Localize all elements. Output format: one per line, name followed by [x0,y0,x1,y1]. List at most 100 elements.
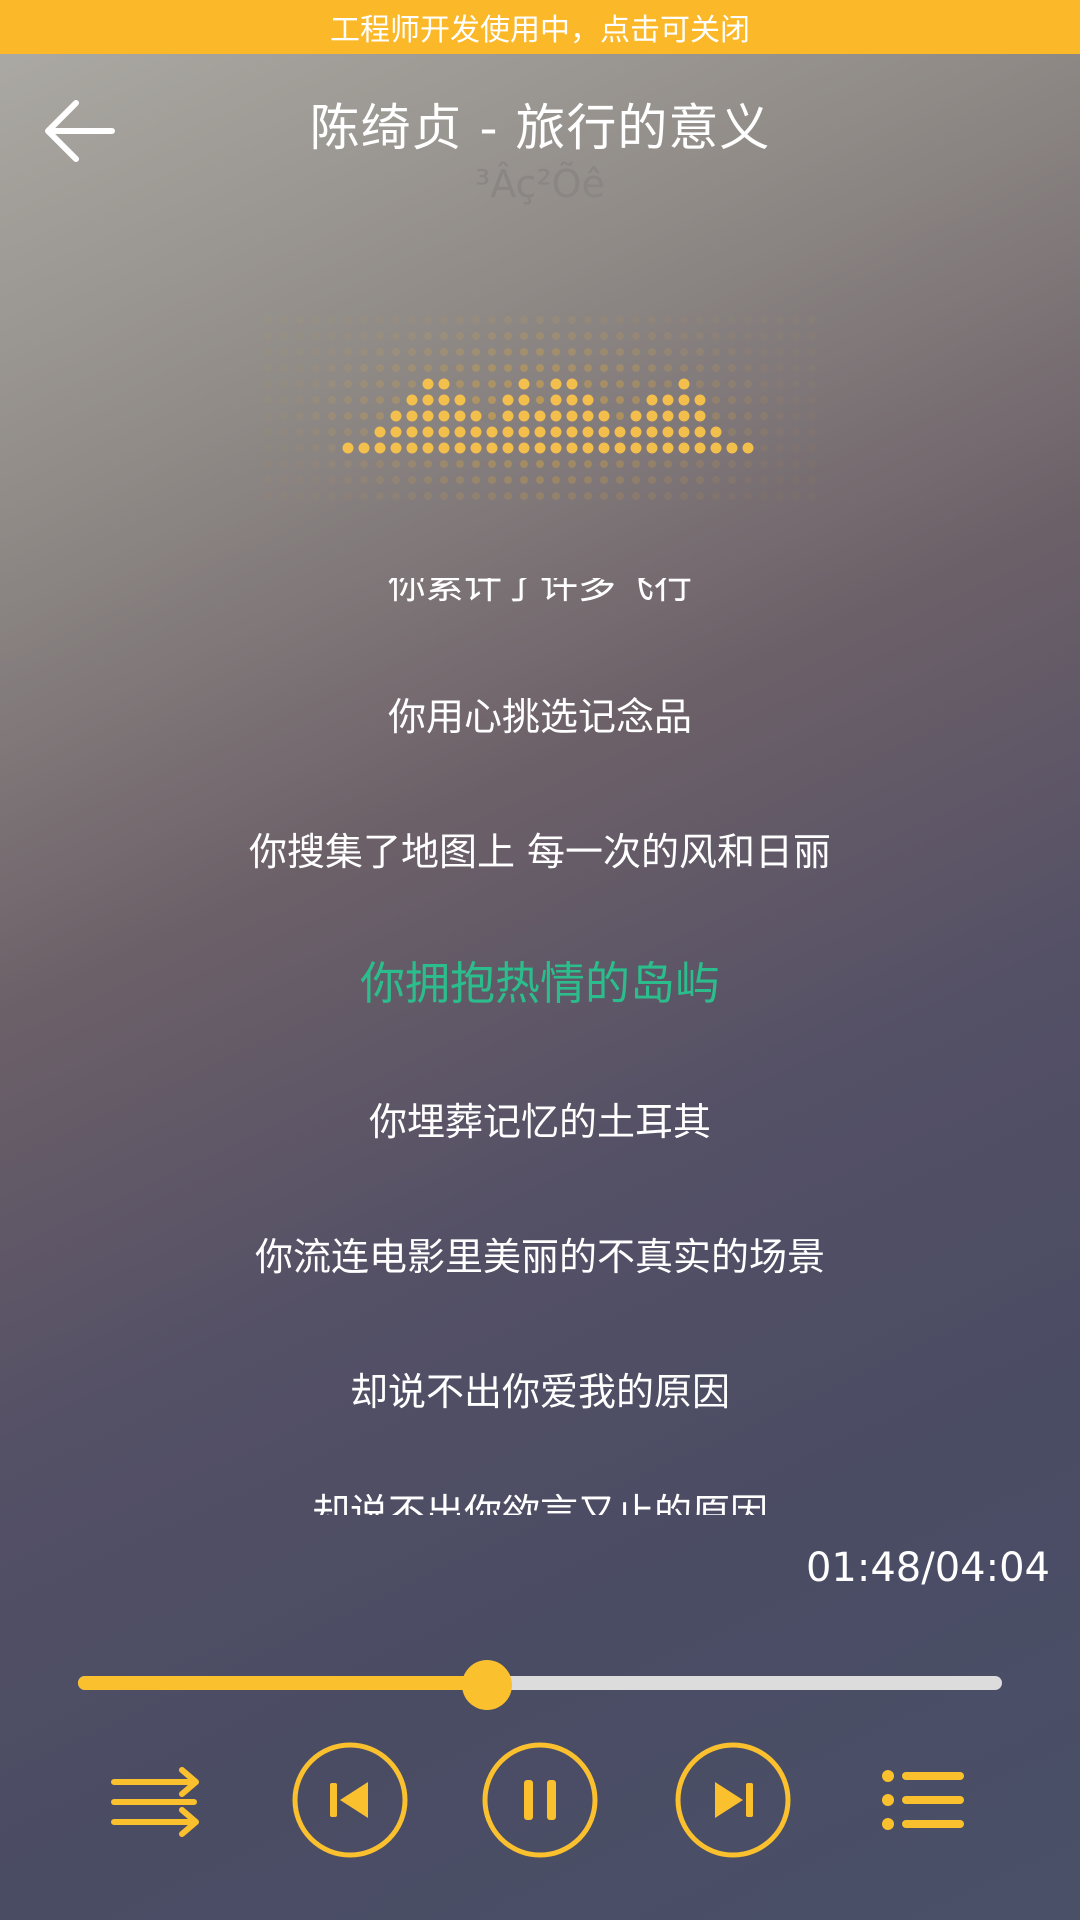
visualizer-dot [456,476,464,484]
visualizer-dot [744,348,752,356]
visualizer-dot [566,378,578,390]
visualizer-dot [520,460,528,468]
visualizer-dot [280,332,288,340]
visualizer-dot [728,460,736,468]
visualizer-dot [392,380,400,388]
playlist-button[interactable] [864,1740,984,1860]
visualizer-dot [406,394,418,406]
visualizer-dot [264,380,272,388]
progress-slider[interactable] [78,1660,1002,1710]
visualizer-dot [808,428,816,436]
visualizer-dot [360,460,368,468]
visualizer-dot [264,332,272,340]
visualizer-dot [584,332,592,340]
visualizer-dot [664,492,672,500]
visualizer-dot [694,394,706,406]
visualizer-dot [328,364,336,372]
visualizer-dot [424,476,432,484]
lyric-line-current: 你拥抱热情的岛屿 [359,957,720,1010]
lyrics-panel[interactable]: 你累计了许多飞行 你用心挑选记念品 你搜集了地图上 每一次的风和日丽 你拥抱热情… [0,560,1080,1515]
visualizer-dot [598,410,610,422]
song-subtitle: ³Âç²Õê [475,162,605,206]
visualizer-dot [614,442,626,454]
visualizer-dot [312,332,320,340]
visualizer-dot [776,428,784,436]
visualizer-dot [296,364,304,372]
visualizer-dot [488,412,496,420]
visualizer-dot [598,442,610,454]
visualizer-dot [312,460,320,468]
visualizer-dot [552,364,560,372]
visualizer-dot [534,442,546,454]
visualizer-dot [550,410,562,422]
lyric-line: 却说不出你爱我的原因 [349,1370,730,1414]
visualizer-dot [632,348,640,356]
visualizer-dot [712,460,720,468]
visualizer-dot [678,426,690,438]
visualizer-dot [744,332,752,340]
visualizer-dot [680,316,688,324]
visualizer-dot [808,332,816,340]
next-button[interactable] [673,1740,793,1860]
visualizer-dot [728,428,736,436]
visualizer-dot [808,364,816,372]
visualizer-dot [376,332,384,340]
visualizer-dot [312,492,320,500]
visualizer-dot [792,348,800,356]
visualizer-dot [744,396,752,404]
visualizer-dot [424,332,432,340]
visualizer-dot [712,492,720,500]
visualizer-dot [584,492,592,500]
visualizer-dot [632,316,640,324]
visualizer-dot [312,428,320,436]
visualizer-dot [520,348,528,356]
visualizer-dot [360,492,368,500]
visualizer-dot [280,444,288,452]
progress-fill [78,1676,488,1690]
visualizer-dot [600,332,608,340]
visualizer-dot [744,428,752,436]
developer-banner[interactable]: 工程师开发使用中，点击可关闭 [0,0,1080,54]
visualizer-dot [488,476,496,484]
visualizer-dot [630,442,642,454]
visualizer-dot [454,394,466,406]
pause-icon [482,1742,598,1858]
visualizer-dot [408,492,416,500]
lyric-line: 却说不出你欲言又止的原因 [311,1491,768,1515]
visualizer-dot [646,426,658,438]
visualizer-dot [712,348,720,356]
visualizer-dot [328,332,336,340]
visualizer-dot [438,410,450,422]
visualizer-dot [760,332,768,340]
visualizer-dot [422,426,434,438]
visualizer-dot [344,428,352,436]
visualizer-dot [712,364,720,372]
visualizer-dot [792,332,800,340]
visualizer-dot [726,442,738,454]
visualizer-dot [632,380,640,388]
visualizer-dot [344,332,352,340]
visualizer-dot [472,316,480,324]
shuffle-button[interactable] [96,1740,216,1860]
visualizer-dot [360,348,368,356]
play-pause-button[interactable] [480,1740,600,1860]
visualizer-dot [376,460,384,468]
previous-button[interactable] [290,1740,410,1860]
visualizer-dot [662,394,674,406]
visualizer-dot [406,442,418,454]
visualizer-dot [472,380,480,388]
visualizer-dot [520,364,528,372]
visualizer-dot [584,348,592,356]
visualizer-dot [358,442,370,454]
visualizer-dot [390,442,402,454]
playback-time: 01:48/04:04 [805,1545,1050,1591]
visualizer-dot [776,316,784,324]
visualizer-dot [344,492,352,500]
visualizer-dot [760,348,768,356]
progress-thumb[interactable] [462,1660,513,1710]
visualizer-dot [534,410,546,422]
visualizer-dot [776,348,784,356]
visualizer-dot [440,316,448,324]
visualizer-dot [568,476,576,484]
equalizer-visualizer [264,316,816,500]
